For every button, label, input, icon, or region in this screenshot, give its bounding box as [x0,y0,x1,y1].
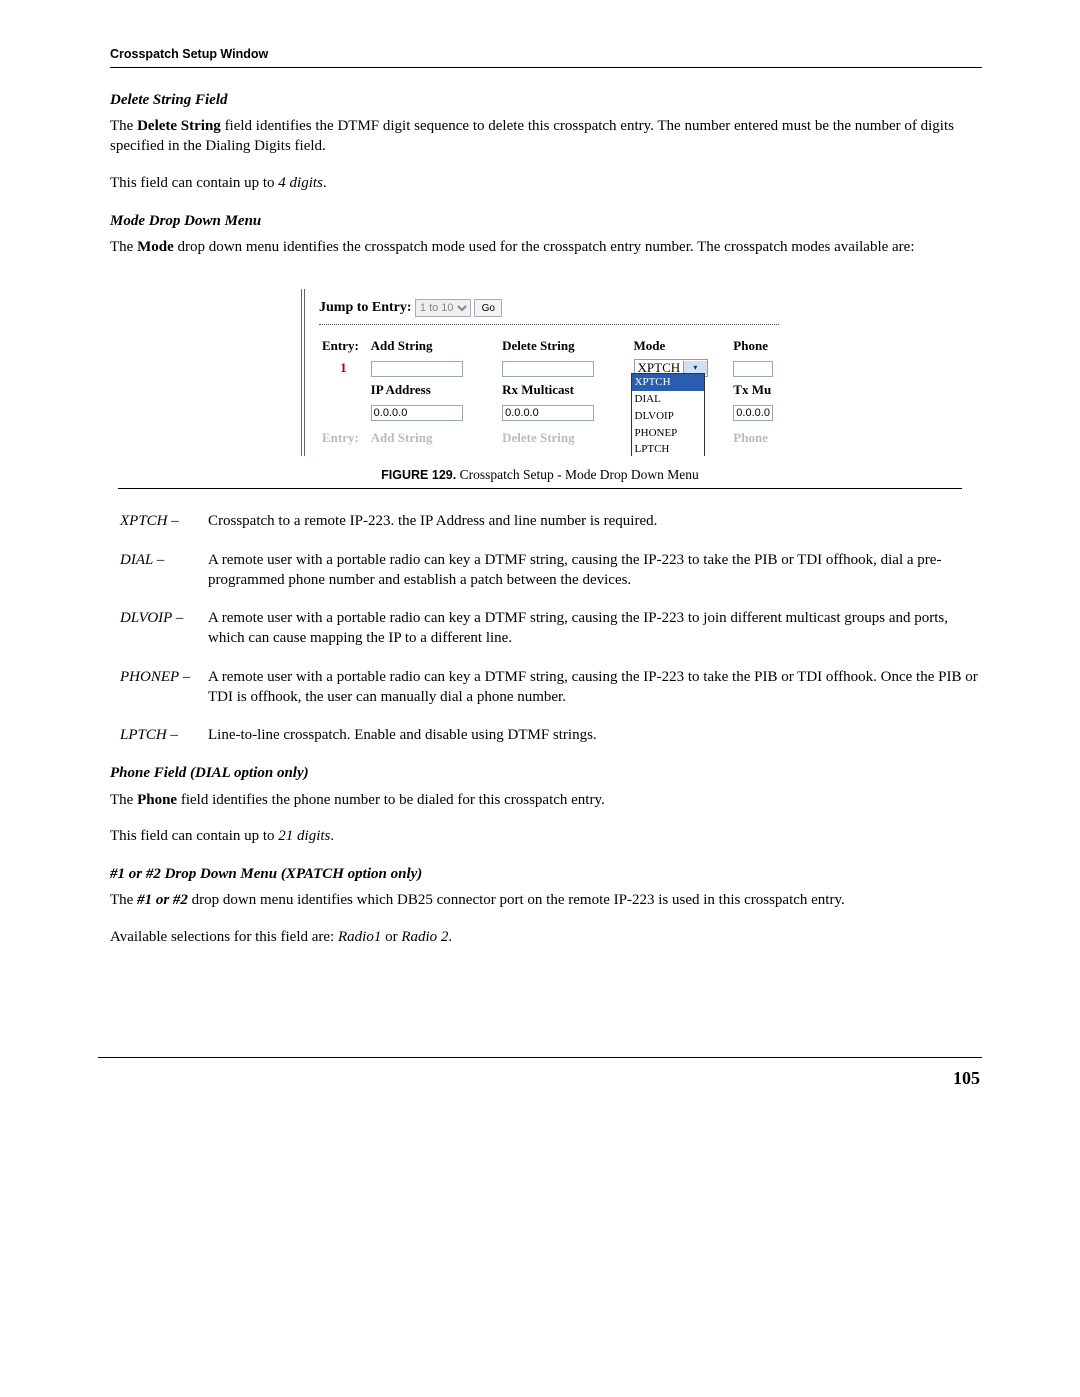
table-header-row-grey: Entry: Add String Delete String Mode Pho… [319,427,779,449]
mode-option-dial[interactable]: DIAL [632,391,704,408]
col-phone: Phone [730,335,779,357]
def-desc: Line-to-line crosspatch. Enable and disa… [208,725,982,745]
rx-multicast-input[interactable] [502,405,594,421]
caption-rule [118,488,962,489]
def-term: DIAL – [120,550,208,591]
def-desc: Crosspatch to a remote IP-223. the IP Ad… [208,511,982,531]
entry-number: 1 [322,359,365,377]
text: or [381,929,401,945]
text: drop down menu identifies the crosspatch… [174,239,915,255]
page-footer: 105 [98,1057,982,1090]
text: The [110,239,137,255]
def-desc: A remote user with a portable radio can … [208,667,982,708]
tx-multicast-input[interactable] [733,405,773,421]
text: Available selections for this field are: [110,929,338,945]
para-mode-1: The Mode drop down menu identifies the c… [110,237,982,257]
ip-address-input[interactable] [371,405,463,421]
figure-caption-label: FIGURE 129. [381,468,456,482]
text: field identifies the DTMF digit sequence… [110,118,954,154]
delete-string-input[interactable] [502,361,594,377]
col-delete-string: Delete String [499,335,630,357]
figure-crosspatch-setup: Jump to Entry: 1 to 10 Go Entry: Add Str… [301,289,779,456]
bold-text: Delete String [137,118,221,134]
italic-text: 4 digits [278,175,323,191]
page-header: Crosspatch Setup Window [110,40,982,68]
sub-header-row: IP Address Rx Multicast Tx Mu [319,379,779,401]
para-delete-1: The Delete String field identifies the D… [110,116,982,157]
def-row-phonep: PHONEP – A remote user with a portable r… [120,667,982,708]
def-row-xptch: XPTCH – Crosspatch to a remote IP-223. t… [120,511,982,531]
jump-to-entry-row: Jump to Entry: 1 to 10 Go [319,299,779,318]
phone-input[interactable] [733,361,773,377]
figure-caption-text: Crosspatch Setup - Mode Drop Down Menu [456,467,699,482]
go-button[interactable]: Go [474,299,502,317]
divider [319,324,779,325]
def-term: LPTCH – [120,725,208,745]
text: The [110,892,137,908]
heading-mode-menu: Mode Drop Down Menu [110,211,982,231]
page-number: 105 [98,1066,982,1090]
col-phone: Phone [730,427,779,449]
table-row [319,401,779,423]
figure-caption: FIGURE 129. Crosspatch Setup - Mode Drop… [98,466,982,484]
col-ip-address: IP Address [368,379,499,401]
text: . [448,929,452,945]
heading-one-two-menu: #1 or #2 Drop Down Menu (XPATCH option o… [110,864,982,884]
para-onetwo-1: The #1 or #2 drop down menu identifies w… [110,890,982,910]
text: The [110,792,137,808]
jump-to-entry-label: Jump to Entry: [319,301,412,316]
mode-definition-list: XPTCH – Crosspatch to a remote IP-223. t… [120,511,982,745]
col-rx-multicast: Rx Multicast [499,379,630,401]
mode-dropdown-list: XPTCH DIAL DLVOIP PHONEP LPTCH [631,373,705,456]
para-phone-1: The Phone field identifies the phone num… [110,790,982,810]
def-term: XPTCH – [120,511,208,531]
def-row-lptch: LPTCH – Line-to-line crosspatch. Enable … [120,725,982,745]
def-term: DLVOIP – [120,608,208,649]
italic-text: 21 digits [278,828,330,844]
text: drop down menu identifies which DB25 con… [188,892,845,908]
text: The [110,118,137,134]
col-entry: Entry: [319,335,368,357]
table-row: 1 XPTCH ▾ XPTCH DIAL DLVOIP PHONEP LPTCH [319,357,779,379]
bold-italic-text: #1 or #2 [137,892,188,908]
mode-option-lptch[interactable]: LPTCH [632,441,704,456]
mode-option-dlvoip[interactable]: DLVOIP [632,408,704,425]
entry-table: Entry: Add String Delete String Mode Pho… [319,335,779,448]
para-delete-2: This field can contain up to 4 digits. [110,173,982,193]
text: . [330,828,334,844]
italic-text: Radio1 [338,929,381,945]
text: This field can contain up to [110,828,278,844]
heading-phone-field: Phone Field (DIAL option only) [110,763,982,783]
def-row-dial: DIAL – A remote user with a portable rad… [120,550,982,591]
para-onetwo-2: Available selections for this field are:… [110,927,982,947]
add-string-input[interactable] [371,361,463,377]
text: This field can contain up to [110,175,278,191]
col-delete-string: Delete String [499,427,630,449]
bold-text: Mode [137,239,174,255]
heading-delete-string: Delete String Field [110,90,982,110]
italic-text: Radio 2 [401,929,448,945]
def-desc: A remote user with a portable radio can … [208,550,982,591]
def-term: PHONEP – [120,667,208,708]
table-header-row: Entry: Add String Delete String Mode Pho… [319,335,779,357]
text: field identifies the phone number to be … [177,792,605,808]
col-entry: Entry: [319,427,368,449]
col-mode: Mode [631,335,731,357]
mode-option-phonep[interactable]: PHONEP [632,425,704,442]
def-row-dlvoip: DLVOIP – A remote user with a portable r… [120,608,982,649]
col-tx-multicast: Tx Mu [730,379,779,401]
para-phone-2: This field can contain up to 21 digits. [110,826,982,846]
def-desc: A remote user with a portable radio can … [208,608,982,649]
mode-option-xptch[interactable]: XPTCH [632,374,704,391]
text: . [323,175,327,191]
col-add-string: Add String [368,335,499,357]
col-add-string: Add String [368,427,499,449]
bold-text: Phone [137,792,177,808]
jump-to-entry-select[interactable]: 1 to 10 [415,299,471,317]
